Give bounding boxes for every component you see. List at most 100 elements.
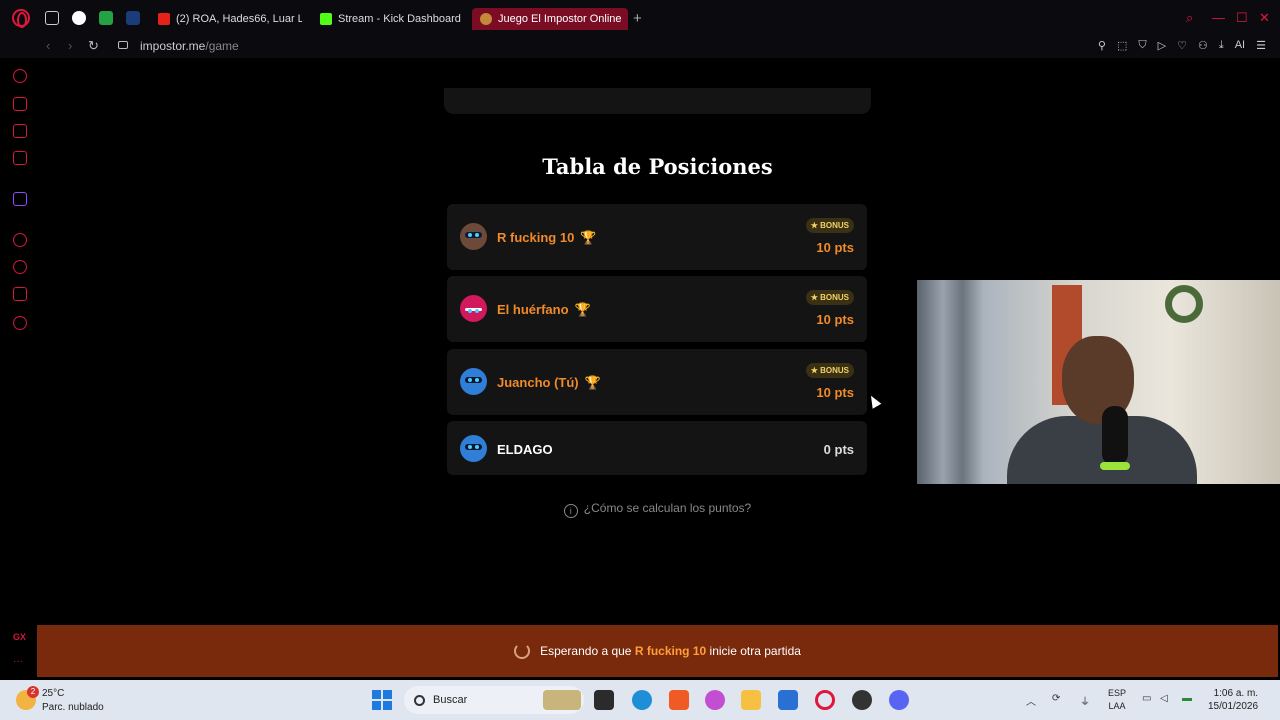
language-indicator[interactable]: ESP LAA: [1108, 687, 1126, 713]
opera-gx-logo-icon[interactable]: [12, 9, 30, 28]
help-text: ¿Cómo se calculan los puntos?: [583, 501, 752, 515]
system-clock[interactable]: 1:06 a. m. 15/01/2026: [1208, 687, 1258, 713]
search-tabs-icon[interactable]: ⌕: [1186, 10, 1193, 26]
battery-icon[interactable]: ▬: [1182, 693, 1192, 704]
bonus-badge: ★ BONUS: [805, 363, 854, 378]
lang-code: ESP: [1108, 688, 1127, 698]
trophy-icon: 🏆: [584, 375, 601, 390]
leaderboard-row: El huérfano 🏆 ★ BONUS 10 pts: [447, 276, 867, 342]
pin-icon[interactable]: ⚲: [1098, 39, 1106, 52]
minimize-button[interactable]: —: [1212, 10, 1225, 25]
browser-tab-bar: (2) ROA, Hades66, Luar La Stream - Kick …: [0, 0, 1280, 36]
menu-icon[interactable]: ☰: [1256, 39, 1266, 52]
extensions-icon[interactable]: [13, 287, 27, 301]
lock-icon[interactable]: [118, 41, 128, 49]
pinned-tab-circle-icon[interactable]: [72, 11, 86, 25]
loading-spinner-icon: [514, 643, 531, 659]
sync-icon[interactable]: ⟳: [1052, 693, 1060, 704]
shield-icon[interactable]: ⛉: [1138, 39, 1146, 52]
edge-icon[interactable]: [632, 690, 652, 710]
snapshot-icon[interactable]: ⬚: [1117, 39, 1127, 52]
player-name: ELDAGO: [497, 442, 553, 457]
player-avatar: [460, 223, 487, 250]
address-bar: ‹ › ↻ impostor.me/game ⚲ ⬚ ⛉ ▷ ♡ ⚇ ⤓ AI …: [0, 36, 1280, 58]
gx-corner-icon[interactable]: [13, 97, 27, 111]
waiting-suffix: inicie otra partida: [709, 644, 801, 658]
url-field[interactable]: impostor.me/game: [140, 39, 239, 53]
task-view-icon[interactable]: [594, 690, 614, 710]
streamer: [1007, 336, 1197, 484]
player-avatar: [460, 368, 487, 395]
url-path: /game: [205, 39, 239, 53]
reload-button[interactable]: ↻: [88, 38, 99, 54]
leaderboard-row: R fucking 10 🏆 ★ BONUS 10 pts: [447, 204, 867, 270]
player-avatar: [460, 295, 487, 322]
download-icon[interactable]: ⤓: [1219, 39, 1224, 52]
play-icon[interactable]: ▷: [1158, 39, 1166, 52]
copilot-icon[interactable]: [705, 690, 725, 710]
messenger-icon[interactable]: [13, 151, 27, 165]
new-tab-button[interactable]: +: [633, 10, 642, 27]
waiting-prefix: Esperando a que: [540, 644, 632, 658]
opera-gx-icon[interactable]: [815, 690, 835, 710]
more-options-icon[interactable]: ···: [13, 656, 23, 667]
tab-impostor-game[interactable]: Juego El Impostor Online: [472, 8, 628, 30]
waiting-player-name: R fucking 10: [634, 644, 707, 658]
chevron-up-icon[interactable]: ︿: [1026, 693, 1036, 708]
clock-time: 1:06 a. m.: [1213, 688, 1259, 699]
search-highlight-icon: [543, 690, 581, 710]
obs-icon[interactable]: [852, 690, 872, 710]
file-explorer-icon[interactable]: [741, 690, 761, 710]
points-help-link[interactable]: i ¿Cómo se calculan los puntos?: [444, 501, 871, 518]
history-icon[interactable]: [13, 260, 27, 274]
tab-label: Juego El Impostor Online: [498, 13, 622, 25]
trophy-icon: 🏆: [574, 302, 591, 317]
youtube-icon: [158, 13, 170, 25]
temperature: 25°C: [42, 688, 65, 699]
back-button[interactable]: ‹: [46, 38, 50, 53]
volume-icon[interactable]: ◁: [1160, 693, 1168, 704]
player-icon[interactable]: [13, 233, 27, 247]
wreath: [1165, 285, 1203, 323]
microphone: [1102, 406, 1128, 466]
gx-label[interactable]: GX: [13, 632, 26, 642]
player-points: 10 pts: [816, 312, 854, 327]
brave-icon[interactable]: [669, 690, 689, 710]
curtain: [917, 280, 982, 484]
start-button[interactable]: [372, 690, 392, 710]
trophy-icon: 🏆: [580, 230, 597, 245]
forward-button[interactable]: ›: [68, 38, 72, 53]
player-name: El huérfano 🏆: [497, 302, 591, 317]
settings-gear-icon[interactable]: [13, 316, 27, 330]
impostor-icon: [480, 13, 492, 25]
gx-control-icon[interactable]: [13, 69, 27, 83]
pinned-tab-17-icon[interactable]: [126, 11, 140, 25]
waiting-banner: Esperando a que R fucking 10 inicie otra…: [37, 625, 1278, 677]
tab-youtube[interactable]: (2) ROA, Hades66, Luar La: [150, 8, 302, 30]
network-icon[interactable]: ▭: [1142, 693, 1151, 704]
twitch-icon[interactable]: [13, 192, 27, 206]
bonus-badge: ★ BONUS: [805, 290, 854, 305]
store-icon[interactable]: [778, 690, 798, 710]
info-icon: i: [563, 504, 578, 518]
leaderboard-title: Tabla de Posiciones: [542, 154, 773, 179]
previous-section-card: [444, 88, 871, 114]
pinned-tab-sheets-icon[interactable]: [99, 11, 113, 25]
tab-kick-dashboard[interactable]: Stream - Kick Dashboard: [312, 8, 464, 30]
heart-icon[interactable]: ♡: [1177, 39, 1187, 52]
close-button[interactable]: ✕: [1259, 10, 1270, 26]
bonus-badge: ★ BONUS: [805, 218, 854, 233]
maximize-button[interactable]: ☐: [1236, 10, 1248, 26]
tab-workspace-icon[interactable]: [45, 11, 59, 25]
search-placeholder: Buscar: [433, 694, 468, 706]
weather-condition: Parc. nublado: [42, 702, 104, 713]
tab-label: Stream - Kick Dashboard: [338, 13, 461, 25]
ai-button[interactable]: AI: [1235, 39, 1245, 52]
profile-icon[interactable]: ⚇: [1198, 39, 1208, 52]
kick-icon: [320, 13, 332, 25]
discord-icon[interactable]: [889, 690, 909, 710]
leaderboard-row: ELDAGO 0 pts: [447, 421, 867, 475]
microphone-icon[interactable]: ⏚: [1080, 693, 1090, 708]
player-avatar: [460, 435, 487, 462]
twitter-icon[interactable]: [13, 124, 27, 138]
